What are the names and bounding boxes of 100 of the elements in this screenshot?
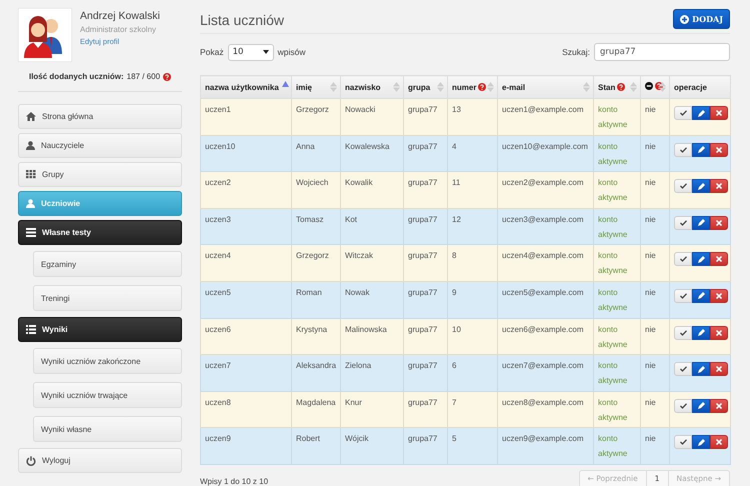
sidebar-item[interactable]: Strona główna (18, 104, 182, 129)
edit-button[interactable] (692, 106, 710, 120)
column-header[interactable] (640, 76, 670, 98)
table-cell: uczen10@example.com (502, 142, 588, 151)
edit-button[interactable] (692, 252, 710, 266)
close-icon (716, 366, 722, 372)
search-field[interactable]: grupa77 (594, 43, 730, 61)
table-cell: Grzegorz (296, 105, 329, 114)
count-label: Ilość dodanych uczniów: (28, 72, 124, 81)
delete-button[interactable] (710, 179, 728, 194)
approve-button[interactable] (674, 362, 692, 376)
sidebar-item[interactable]: Nauczyciele (18, 133, 182, 158)
approve-button[interactable] (674, 142, 692, 157)
sidebar-subitem[interactable]: Egzaminy (33, 251, 182, 277)
table-cell: uczen6@example.com (502, 324, 584, 334)
search-label: Szukaj: (562, 47, 590, 57)
sidebar-subitem[interactable]: Treningi (33, 285, 182, 311)
table-cell: nie (645, 398, 656, 407)
sort-icon (437, 82, 444, 92)
delete-button[interactable] (710, 398, 728, 413)
delete-button[interactable] (710, 252, 728, 266)
table-cell: grupa77 (408, 105, 438, 114)
edit-button[interactable] (692, 216, 710, 230)
table-cell: Kowalik (345, 178, 373, 188)
entries-info: Wpisy 1 do 10 z 10 (200, 476, 268, 486)
sidebar-subitem[interactable]: Wyniki uczniów zakończone (33, 348, 182, 374)
table-cell: uczen8@example.com (502, 398, 584, 407)
edit-button[interactable] (692, 435, 710, 450)
sidebar-subitem[interactable]: Wyniki uczniów trwające (33, 382, 182, 408)
add-button[interactable]: DODAJ (673, 9, 730, 29)
sidebar-item[interactable]: Własne testy (18, 220, 182, 245)
column-header[interactable]: Stan (594, 76, 640, 98)
help-icon (617, 83, 626, 91)
edit-button[interactable] (692, 326, 710, 340)
check-icon (680, 292, 686, 299)
table-cell: uczen3@example.com (502, 214, 584, 224)
column-header[interactable]: e-mail (498, 76, 594, 98)
table-cell: uczen2 (205, 178, 231, 188)
table-cell: 8 (452, 251, 456, 260)
sidebar-subitem[interactable]: Wyniki własne (33, 416, 182, 442)
edit-button[interactable] (692, 179, 710, 194)
close-icon (716, 110, 722, 116)
edit-button[interactable] (692, 398, 710, 413)
pencil-icon (698, 402, 704, 410)
approve-button[interactable] (674, 398, 692, 413)
pencil-icon (698, 366, 704, 373)
table-cell: 11 (452, 178, 460, 188)
approve-button[interactable] (674, 435, 692, 450)
approve-button[interactable] (674, 326, 692, 340)
approve-button[interactable] (674, 288, 692, 303)
table-cell: Wojciech (296, 178, 328, 188)
page-size-select[interactable]: 10 (228, 44, 274, 60)
sidebar-item[interactable]: Grupy (18, 162, 182, 187)
approve-button[interactable] (674, 216, 692, 230)
sort-icon (487, 82, 494, 92)
approve-button[interactable] (674, 179, 692, 194)
check-icon (680, 330, 686, 336)
column-header[interactable]: imię (292, 76, 340, 98)
column-header[interactable]: numer (448, 76, 498, 98)
approve-button[interactable] (674, 252, 692, 266)
table-cell: uczen1@example.com (502, 105, 584, 114)
edit-button[interactable] (692, 288, 710, 303)
close-icon (716, 220, 722, 226)
delete-button[interactable] (710, 106, 728, 120)
sidebar-item[interactable]: Wyniki (18, 317, 182, 342)
table-cell: Knur (345, 398, 362, 407)
table-cell-text: konto aktywne (598, 177, 628, 204)
table-cell: grupa77 (408, 324, 438, 334)
close-icon (716, 292, 722, 299)
table-cell: nie (645, 434, 656, 444)
column-header: operacje (670, 76, 730, 98)
edit-button[interactable] (692, 142, 710, 157)
check-icon (680, 256, 686, 262)
column-header[interactable]: grupa (404, 76, 448, 98)
delete-button[interactable] (710, 362, 728, 376)
close-icon (716, 402, 722, 409)
table-cell: Nowak (345, 288, 370, 297)
edit-button[interactable] (692, 362, 710, 376)
entries-label: wpisów (278, 47, 306, 57)
delete-button[interactable] (710, 216, 728, 230)
pencil-icon (698, 219, 704, 226)
column-header[interactable]: nazwa użytkownika (200, 76, 292, 98)
table-cell-text: konto aktywne (598, 140, 628, 168)
column-header[interactable]: nazwisko (340, 76, 404, 98)
delete-button[interactable] (710, 288, 728, 303)
delete-button[interactable] (710, 326, 728, 340)
delete-button[interactable] (710, 435, 728, 450)
table-cell-text: konto aktywne (598, 104, 628, 131)
sidebar-item[interactable]: Wyloguj (18, 448, 182, 473)
delete-button[interactable] (710, 142, 728, 157)
check-icon (680, 439, 686, 446)
table-cell: grupa77 (408, 434, 438, 444)
approve-button[interactable] (674, 106, 692, 120)
table-cell: uczen4 (205, 251, 231, 260)
help-icon (163, 72, 172, 80)
user-role: Administrator szkolny (80, 25, 156, 34)
table-cell: Grzegorz (296, 251, 329, 260)
pencil-icon (698, 182, 704, 190)
table-cell: 6 (452, 361, 456, 370)
table-cell: grupa77 (408, 251, 438, 260)
